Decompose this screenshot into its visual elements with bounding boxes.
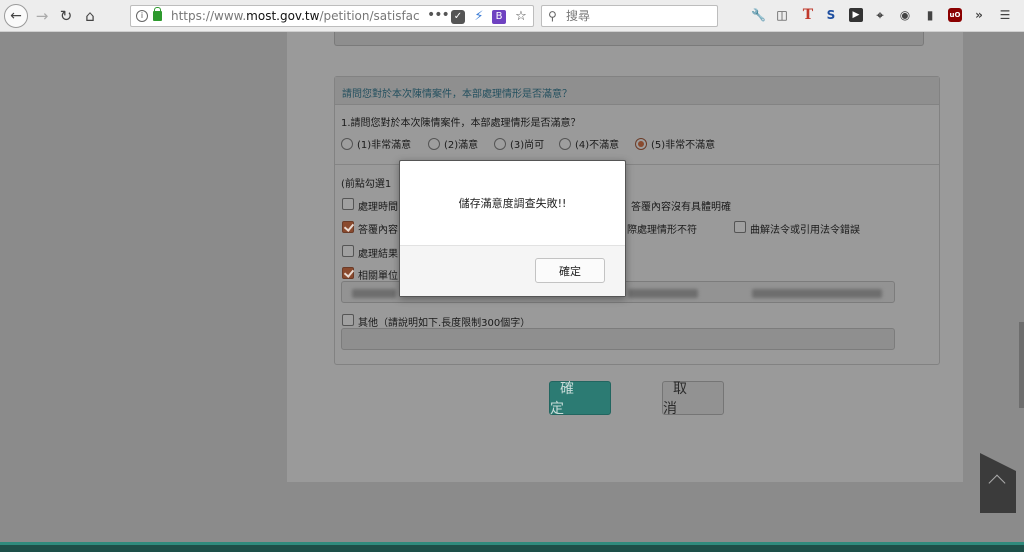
radio-very-satisfied[interactable]: (1)非常滿意 — [341, 136, 411, 151]
radio-circle[interactable] — [341, 137, 353, 150]
checkbox-processing-result[interactable] — [342, 245, 354, 257]
page-actions-icon[interactable]: ••• — [427, 7, 450, 23]
checkbox-reply-content[interactable] — [342, 221, 354, 233]
overflow-chevron-icon[interactable]: » — [972, 8, 986, 22]
info-panel-icon[interactable]: ▮ — [923, 8, 937, 22]
redacted-text — [628, 289, 698, 298]
search-bar[interactable]: ⚲ — [541, 5, 718, 27]
crop-icon[interactable]: ⌖ — [873, 8, 887, 22]
radio-neutral[interactable]: (3)尚可 — [494, 136, 544, 151]
radio-dissatisfied[interactable]: (4)不滿意 — [559, 136, 619, 151]
page-footer — [0, 542, 1024, 552]
search-input[interactable] — [566, 8, 711, 24]
terminal-icon[interactable]: ▶ — [849, 8, 863, 22]
checkbox-law-misinterpretation[interactable] — [734, 221, 746, 233]
back-arrow-icon[interactable]: ← — [4, 4, 28, 28]
ublock-icon[interactable]: uO — [948, 8, 962, 22]
eye-icon[interactable]: ◉ — [898, 8, 912, 22]
cancel-button[interactable]: 取消 — [662, 381, 724, 417]
url-path: /petition/satisfac — [319, 9, 419, 23]
t-extension-icon[interactable]: T — [801, 8, 815, 22]
redacted-text — [352, 289, 396, 298]
section-title: 請問您對於本次陳情案件，本部處理情形是否滿意？ — [342, 89, 572, 100]
dialog-footer: 確定 — [400, 245, 625, 296]
menu-icon[interactable]: ☰ — [998, 8, 1012, 22]
search-icon: ⚲ — [548, 9, 557, 23]
lock-icon — [153, 7, 162, 21]
sidebar-icon[interactable]: ◫ — [775, 8, 789, 22]
previous-textarea[interactable] — [334, 32, 924, 46]
other-label: 其他（請說明如下.長度限制300個字） — [358, 318, 531, 329]
confirm-button[interactable]: 確定 — [549, 381, 611, 417]
chevron-up-icon — [988, 474, 1006, 492]
scrollbar-thumb[interactable] — [1019, 322, 1024, 408]
radio-circle[interactable] — [494, 137, 506, 150]
dialog-ok-button[interactable]: 確定 — [535, 258, 605, 283]
browser-toolbar: ← → ↻ ⌂ i https://www.most.gov.tw/petiti… — [0, 0, 1024, 32]
checkbox-other[interactable] — [342, 314, 354, 326]
question-label: 1.請問您對於本次陳情案件，本部處理情形是否滿意？ — [341, 118, 581, 129]
checkbox-processing-time[interactable] — [342, 198, 354, 210]
url-host: most.gov.tw — [246, 9, 320, 23]
home-icon[interactable]: ⌂ — [80, 6, 100, 26]
radio-label: (4)不滿意 — [575, 140, 620, 151]
forward-arrow-icon[interactable]: → — [32, 6, 52, 26]
info-icon[interactable]: i — [136, 10, 148, 22]
radio-satisfied[interactable]: (2)滿意 — [428, 136, 478, 151]
radio-circle-selected[interactable] — [635, 137, 647, 150]
checkbox-label: 際處理情形不符 — [627, 225, 697, 236]
radio-circle[interactable] — [428, 137, 440, 150]
radio-label: (1)非常滿意 — [357, 140, 412, 151]
lightning-icon[interactable]: ⚡ — [472, 10, 486, 24]
radio-very-dissatisfied[interactable]: (5)非常不滿意 — [635, 136, 715, 151]
dialog-message: 儲存滿意度調查失敗!! — [458, 197, 567, 210]
checkbox-label: 相關單位 — [358, 271, 398, 282]
checkbox-label: 處理結果 — [358, 249, 398, 260]
url-prefix: https://www. — [171, 9, 247, 23]
radio-label: (5)非常不滿意 — [651, 140, 716, 151]
radio-label: (3)尚可 — [510, 140, 545, 151]
bookmark-star-icon[interactable]: ☆ — [514, 10, 528, 24]
radio-circle[interactable] — [559, 137, 571, 150]
alert-dialog: 儲存滿意度調查失敗!! 確定 — [399, 160, 626, 297]
url-bar[interactable]: i https://www.most.gov.tw/petition/satis… — [130, 5, 534, 27]
reasons-heading: (前點勾選1 — [341, 179, 392, 190]
url-text[interactable]: https://www.most.gov.tw/petition/satisfa… — [171, 9, 419, 23]
checkbox-label: 處理時間 — [358, 202, 398, 213]
radio-label: (2)滿意 — [444, 140, 479, 151]
reload-icon[interactable]: ↻ — [56, 6, 76, 26]
redacted-text — [752, 289, 882, 298]
s-extension-icon[interactable]: S — [824, 8, 838, 22]
checkbox-related-unit[interactable] — [342, 267, 354, 279]
checkbox-label: 答覆內容 — [358, 225, 398, 236]
panel-header: 請問您對於本次陳情案件，本部處理情形是否滿意？ — [335, 77, 939, 105]
other-textbox[interactable] — [341, 328, 895, 350]
reader-badge-icon[interactable]: B — [492, 10, 506, 24]
checkbox-label: 曲解法令或引用法令錯誤 — [750, 225, 860, 236]
wrench-icon[interactable]: 🔧 — [751, 8, 766, 22]
checkbox-label: 答覆內容沒有具體明確 — [631, 202, 731, 213]
pocket-icon[interactable]: ✓ — [451, 10, 465, 24]
